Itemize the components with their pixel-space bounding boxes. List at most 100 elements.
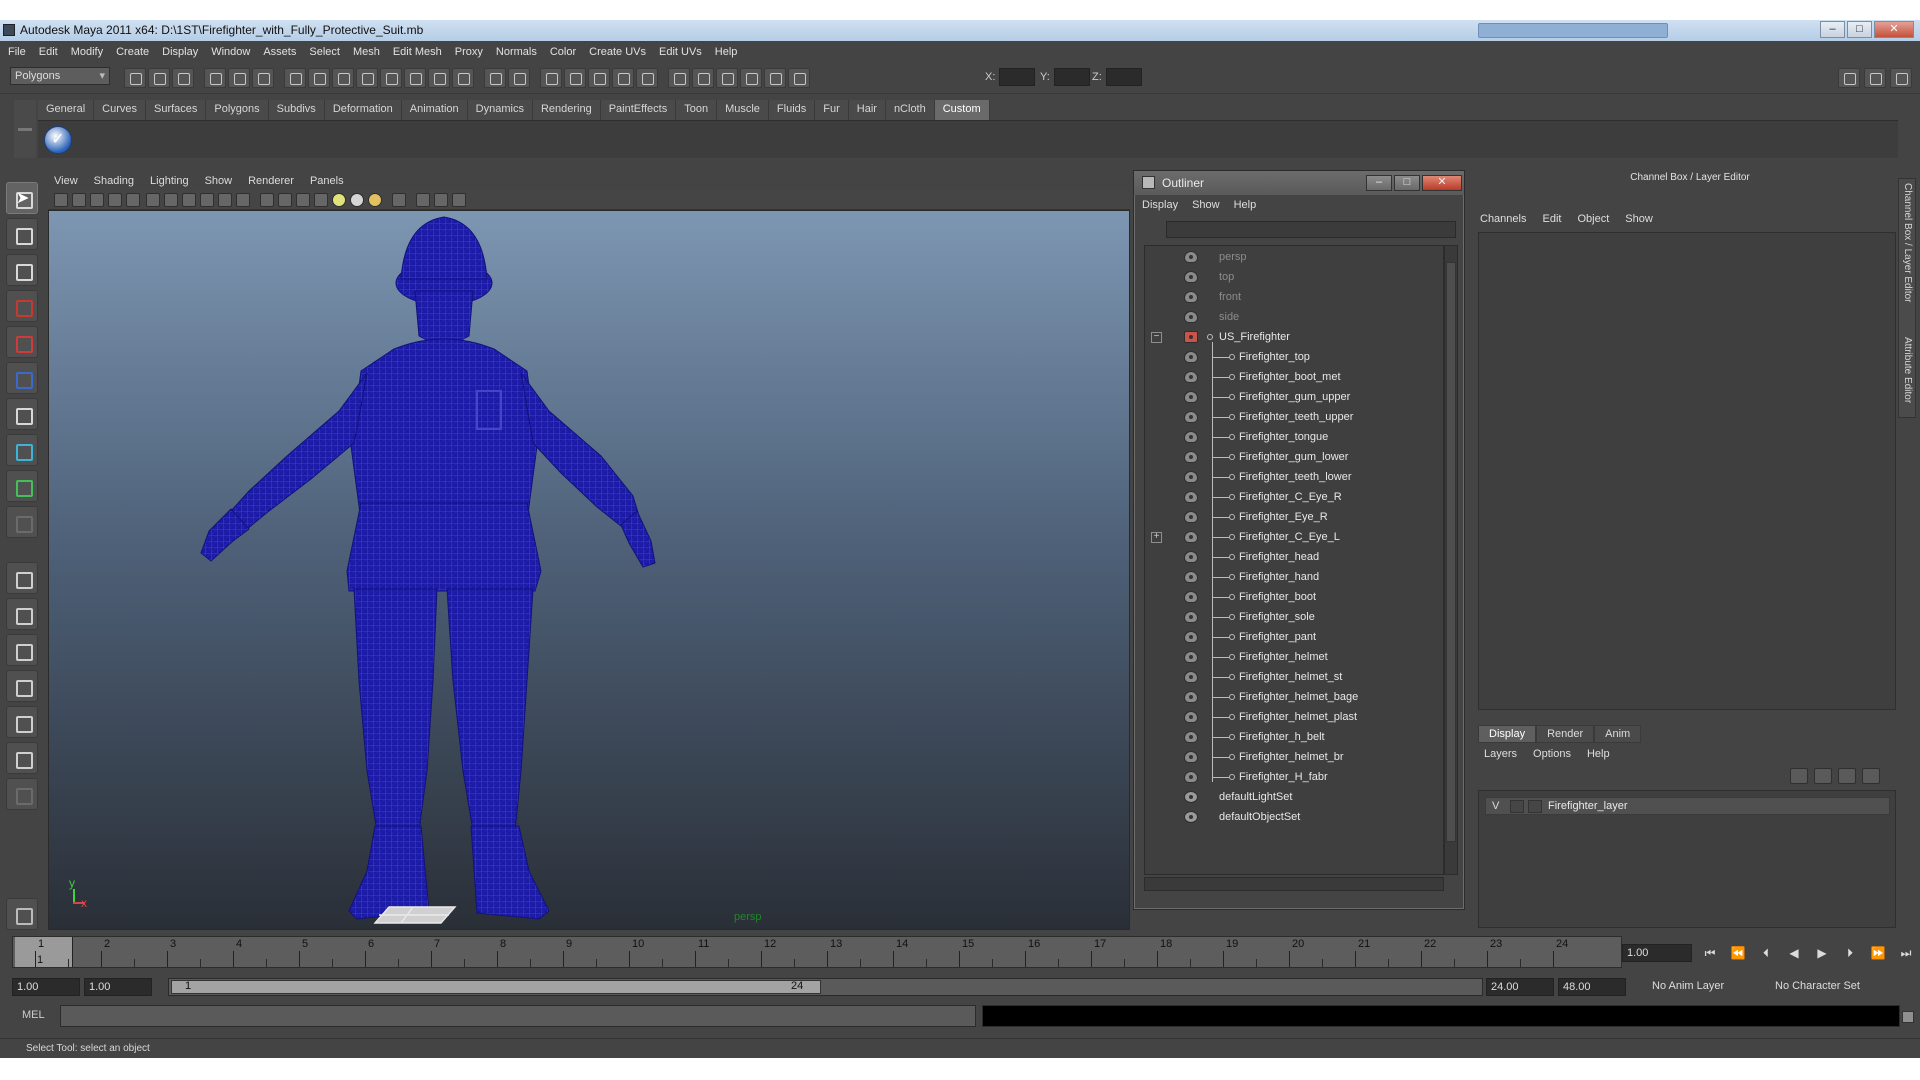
outliner-close-button[interactable]: ✕ xyxy=(1422,175,1462,191)
shelf-tab-deformation[interactable]: Deformation xyxy=(324,100,402,120)
y-field[interactable] xyxy=(1053,68,1090,86)
single-view-layout-icon[interactable] xyxy=(6,562,38,594)
field-chart-icon[interactable] xyxy=(200,193,214,207)
layer-visibility-toggle[interactable]: V xyxy=(1492,800,1499,812)
viewport-menu-shading[interactable]: Shading xyxy=(94,175,134,187)
outliner-item[interactable]: defaultLightSet xyxy=(1145,788,1443,808)
snap-view-plane-icon[interactable] xyxy=(380,68,402,88)
paint-select-tool-icon[interactable] xyxy=(6,254,38,286)
textured-icon[interactable] xyxy=(314,193,328,207)
channel-menu-show[interactable]: Show xyxy=(1625,213,1653,225)
x-field[interactable] xyxy=(999,68,1036,86)
animation-end-field[interactable]: 48.00 xyxy=(1558,978,1626,996)
share-icon[interactable] xyxy=(452,193,466,207)
current-frame-field[interactable]: 1.00 xyxy=(1622,944,1692,962)
menu-select[interactable]: Select xyxy=(309,46,340,58)
outliner-horizontal-scrollbar[interactable] xyxy=(1144,877,1444,891)
display-settings-icon[interactable] xyxy=(716,68,738,88)
all-lights-icon[interactable] xyxy=(350,193,364,207)
menu-proxy[interactable]: Proxy xyxy=(455,46,483,58)
step-back-frame-icon[interactable]: ⏴ xyxy=(1756,946,1776,961)
outliner-item[interactable]: Firefighter_h_belt xyxy=(1145,728,1443,748)
scroll-thumb[interactable] xyxy=(1446,262,1456,842)
quick-select-icon[interactable] xyxy=(692,68,714,88)
z-field[interactable] xyxy=(1105,68,1142,86)
outliner-item[interactable]: Firefighter_gum_lower xyxy=(1145,448,1443,468)
layer-row[interactable]: V Firefighter_layer xyxy=(1485,797,1890,815)
viewport-menu-renderer[interactable]: Renderer xyxy=(248,175,294,187)
outliner-item[interactable]: front xyxy=(1145,288,1443,308)
outliner-item[interactable]: Firefighter_helmet_plast xyxy=(1145,708,1443,728)
outliner-item[interactable]: Firefighter_teeth_lower xyxy=(1145,468,1443,488)
outliner-item[interactable]: Firefighter_gum_upper xyxy=(1145,388,1443,408)
snap-toggle-icon[interactable] xyxy=(788,68,810,88)
go-to-end-icon[interactable]: ⏭ xyxy=(1896,946,1916,961)
outliner-item[interactable]: Firefighter_teeth_upper xyxy=(1145,408,1443,428)
perspective-viewport[interactable]: y x persp xyxy=(48,210,1130,930)
outliner-item[interactable]: top xyxy=(1145,268,1443,288)
layer-color-swatch[interactable] xyxy=(1528,800,1542,813)
menu-modify[interactable]: Modify xyxy=(71,46,103,58)
input-line-icon[interactable] xyxy=(668,68,690,88)
make-live-icon[interactable] xyxy=(404,68,426,88)
time-slider[interactable]: 1 1 2 3 4 5 6 7 8 9 10 11 12 13 14 15 16 17 18 19 20 21 22 23 2… xyxy=(12,936,1622,968)
anim-layer-dropdown[interactable]: No Anim Layer xyxy=(1652,978,1724,996)
outliner-item[interactable]: Firefighter_helmet xyxy=(1145,648,1443,668)
snap-curve-icon[interactable] xyxy=(332,68,354,88)
attribute-editor-toggle-icon[interactable] xyxy=(1838,68,1860,88)
channel-menu-edit[interactable]: Edit xyxy=(1542,213,1561,225)
viewport-menu-panels[interactable]: Panels xyxy=(310,175,344,187)
hypershade-layout-icon[interactable] xyxy=(6,706,38,738)
soft-modification-icon[interactable] xyxy=(6,434,38,466)
layer-tab-anim[interactable]: Anim xyxy=(1594,725,1642,743)
menu-create[interactable]: Create xyxy=(116,46,149,58)
outliner-item[interactable]: Firefighter_top xyxy=(1145,348,1443,368)
move-layer-up-icon[interactable] xyxy=(1790,768,1808,784)
show-manipulator-icon[interactable] xyxy=(6,470,38,502)
film-gate-icon[interactable] xyxy=(146,193,160,207)
layer-menu-layers[interactable]: Layers xyxy=(1484,748,1517,760)
shelf-tab-general[interactable]: General xyxy=(38,100,95,120)
outliner-menu-help[interactable]: Help xyxy=(1234,199,1257,211)
outliner-filter-field[interactable] xyxy=(1166,221,1456,238)
range-slider-thumb[interactable] xyxy=(171,980,821,994)
grid-settings-icon[interactable] xyxy=(740,68,762,88)
safe-title-icon[interactable] xyxy=(236,193,250,207)
move-tool-icon[interactable] xyxy=(6,290,38,322)
animation-start-field[interactable]: 1.00 xyxy=(12,978,80,996)
outliner-item[interactable]: Firefighter_hand xyxy=(1145,568,1443,588)
menu-window[interactable]: Window xyxy=(211,46,250,58)
script-editor-icon[interactable] xyxy=(1902,1011,1914,1023)
play-forwards-icon[interactable]: ▶ xyxy=(1812,946,1832,961)
outliner-titlebar[interactable]: Outliner – □ ✕ xyxy=(1134,171,1464,195)
side-tab-channel-box[interactable]: Channel Box / Layer Editor xyxy=(1902,183,1913,303)
mel-label[interactable]: MEL xyxy=(22,1009,45,1021)
shelf-tab-curves[interactable]: Curves xyxy=(94,100,146,120)
channel-box-panel[interactable] xyxy=(1478,232,1896,710)
wireframe-icon[interactable] xyxy=(260,193,274,207)
shelf-collapse-handle[interactable] xyxy=(14,100,36,158)
select-component-icon[interactable] xyxy=(252,68,274,88)
new-layer-from-selection-icon[interactable] xyxy=(1862,768,1880,784)
range-slider[interactable]: 1 24 xyxy=(168,978,1483,996)
new-layer-icon[interactable] xyxy=(1838,768,1856,784)
grid-toggle-icon[interactable] xyxy=(126,193,140,207)
menu-color[interactable]: Color xyxy=(550,46,576,58)
new-scene-icon[interactable] xyxy=(124,68,146,88)
shelf-tab-muscle[interactable]: Muscle xyxy=(717,100,769,120)
selection-mask-icon[interactable] xyxy=(284,68,306,88)
menu-file[interactable]: File xyxy=(8,46,26,58)
outliner-item[interactable]: Firefighter_head xyxy=(1145,548,1443,568)
lock-icon[interactable] xyxy=(484,68,506,88)
outliner-vertical-scrollbar[interactable] xyxy=(1444,245,1458,875)
outliner-menu-show[interactable]: Show xyxy=(1192,199,1220,211)
shelf-tab-ncloth[interactable]: nCloth xyxy=(885,100,935,120)
outliner-item[interactable]: Firefighter_helmet_br xyxy=(1145,748,1443,768)
outliner-item[interactable]: Firefighter_boot xyxy=(1145,588,1443,608)
graph-editor-layout-icon[interactable] xyxy=(6,742,38,774)
menu-edit-uvs[interactable]: Edit UVs xyxy=(659,46,702,58)
channel-box-toggle-icon[interactable] xyxy=(1890,68,1912,88)
viewport-menu-lighting[interactable]: Lighting xyxy=(150,175,189,187)
menu-display[interactable]: Display xyxy=(162,46,198,58)
resolution-gate-icon[interactable] xyxy=(164,193,178,207)
